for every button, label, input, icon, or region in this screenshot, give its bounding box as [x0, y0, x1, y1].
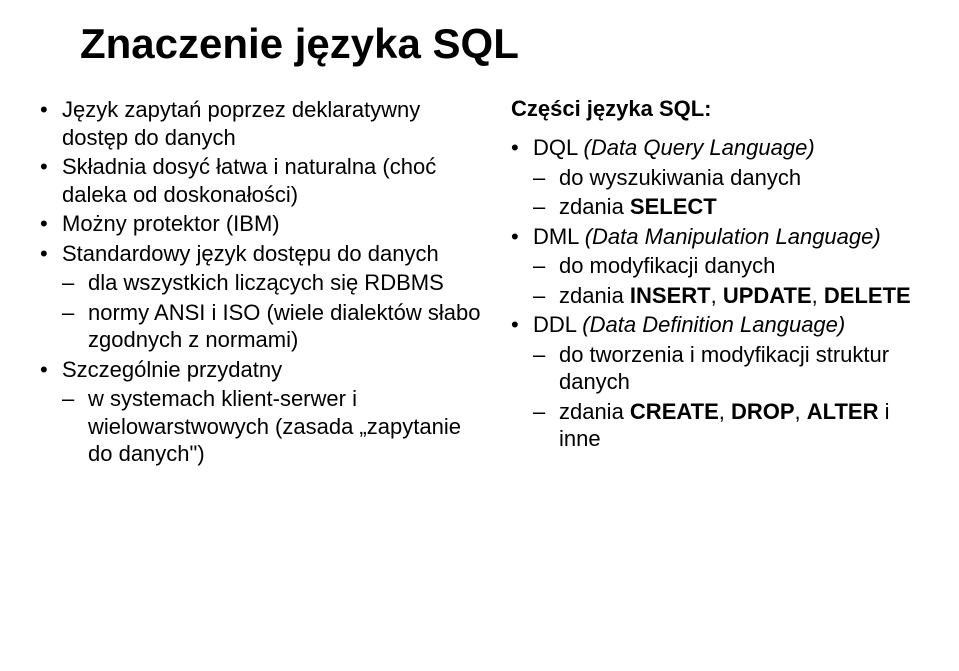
list-subitem-bold: DELETE — [824, 283, 911, 308]
list-subitem: zdania INSERT, UPDATE, DELETE — [533, 282, 919, 310]
list-item-italic: (Data Definition Language) — [582, 312, 845, 337]
right-sublist: do wyszukiwania danych zdania SELECT — [533, 164, 919, 221]
list-item: DQL (Data Query Language) do wyszukiwani… — [511, 134, 919, 221]
list-subitem-text: do wyszukiwania danych — [559, 165, 801, 190]
list-subitem-pre: zdania — [559, 194, 630, 219]
list-subitem-mid: , — [719, 399, 731, 424]
left-sublist: dla wszystkich liczących się RDBMS normy… — [62, 269, 491, 354]
list-subitem: zdania SELECT — [533, 193, 919, 221]
right-sublist: do tworzenia i modyfikacji struktur dany… — [533, 341, 919, 453]
slide-content: Język zapytań poprzez deklaratywny dostę… — [40, 96, 919, 470]
list-subitem-text: do tworzenia i modyfikacji struktur dany… — [559, 342, 889, 395]
list-item-text: Szczególnie przydatny — [62, 357, 282, 382]
list-subitem-bold: INSERT — [630, 283, 711, 308]
list-subitem: do modyfikacji danych — [533, 252, 919, 280]
list-item-text: Standardowy język dostępu do danych — [62, 241, 439, 266]
right-column: Części języka SQL: DQL (Data Query Langu… — [511, 96, 919, 470]
list-subitem: w systemach klient-serwer i wielowarstwo… — [62, 385, 491, 468]
left-sublist: w systemach klient-serwer i wielowarstwo… — [62, 385, 491, 468]
list-item: Standardowy język dostępu do danych dla … — [40, 240, 491, 354]
right-sublist: do modyfikacji danych zdania INSERT, UPD… — [533, 252, 919, 309]
list-subitem-bold: SELECT — [630, 194, 717, 219]
list-subitem-bold: DROP — [731, 399, 795, 424]
list-subitem-bold: ALTER — [807, 399, 879, 424]
list-item-text: Język zapytań poprzez deklaratywny dostę… — [62, 97, 420, 150]
list-subitem-mid: , — [711, 283, 723, 308]
list-item: Szczególnie przydatny w systemach klient… — [40, 356, 491, 468]
list-item: Język zapytań poprzez deklaratywny dostę… — [40, 96, 491, 151]
list-subitem: dla wszystkich liczących się RDBMS — [62, 269, 491, 297]
list-subitem: normy ANSI i ISO (wiele dialektów słabo … — [62, 299, 491, 354]
list-subitem-text: dla wszystkich liczących się RDBMS — [88, 270, 444, 295]
list-subitem: do tworzenia i modyfikacji struktur dany… — [533, 341, 919, 396]
left-list: Język zapytań poprzez deklaratywny dostę… — [40, 96, 491, 468]
list-subitem-mid: , — [795, 399, 807, 424]
list-subitem-pre: zdania — [559, 399, 630, 424]
list-subitem-text: do modyfikacji danych — [559, 253, 775, 278]
slide-title: Znaczenie języka SQL — [80, 20, 919, 68]
list-item-italic: (Data Query Language) — [584, 135, 815, 160]
list-item-italic: (Data Manipulation Language) — [585, 224, 881, 249]
list-item-text: Składnia dosyć łatwa i naturalna (choć d… — [62, 154, 436, 207]
list-subitem-bold: CREATE — [630, 399, 719, 424]
list-item: DDL (Data Definition Language) do tworze… — [511, 311, 919, 453]
right-heading: Części języka SQL: — [511, 96, 919, 122]
list-item: DML (Data Manipulation Language) do mody… — [511, 223, 919, 310]
list-item-prefix: DDL — [533, 312, 582, 337]
list-subitem-pre: zdania — [559, 283, 630, 308]
list-item: Składnia dosyć łatwa i naturalna (choć d… — [40, 153, 491, 208]
list-subitem: zdania CREATE, DROP, ALTER i inne — [533, 398, 919, 453]
list-subitem-text: normy ANSI i ISO (wiele dialektów słabo … — [88, 300, 481, 353]
list-subitem-text: w systemach klient-serwer i wielowarstwo… — [88, 386, 461, 466]
left-column: Język zapytań poprzez deklaratywny dostę… — [40, 96, 491, 470]
list-item-text: Możny protektor (IBM) — [62, 211, 280, 236]
list-subitem-mid: , — [812, 283, 824, 308]
list-item: Możny protektor (IBM) — [40, 210, 491, 238]
list-item-prefix: DML — [533, 224, 585, 249]
list-item-prefix: DQL — [533, 135, 584, 160]
list-subitem-bold: UPDATE — [723, 283, 812, 308]
right-list: DQL (Data Query Language) do wyszukiwani… — [511, 134, 919, 453]
list-subitem: do wyszukiwania danych — [533, 164, 919, 192]
